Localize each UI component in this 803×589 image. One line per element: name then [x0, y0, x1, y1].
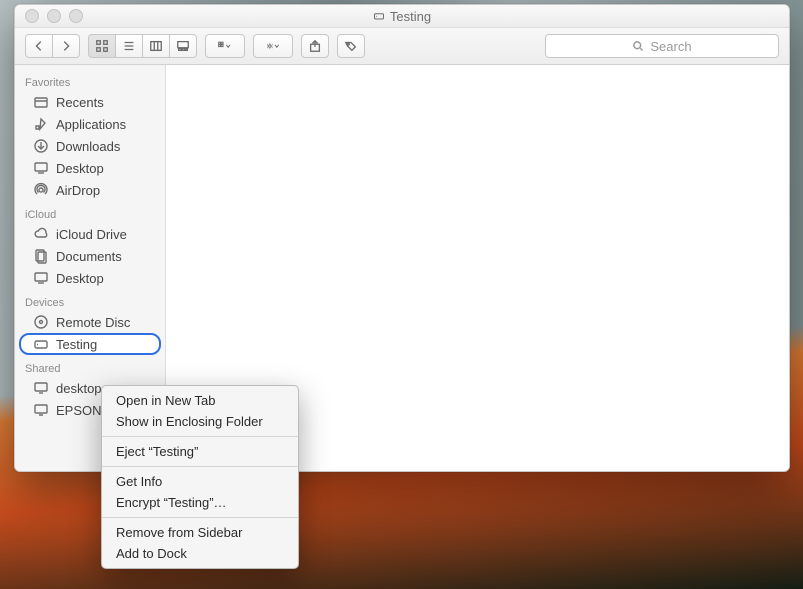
arrange-button[interactable] [205, 34, 245, 58]
sidebar-item-applications[interactable]: Applications [19, 113, 161, 135]
context-menu-separator [102, 436, 298, 437]
forward-button[interactable] [52, 34, 80, 58]
sidebar-item-label: Documents [56, 249, 122, 264]
search-field[interactable]: Search [545, 34, 779, 58]
sidebar-item-label: AirDrop [56, 183, 100, 198]
sidebar-item-desktop[interactable]: Desktop [19, 157, 161, 179]
sidebar-item-label: desktop [56, 381, 102, 396]
action-group [253, 34, 293, 58]
applications-icon [33, 116, 49, 132]
share-button[interactable] [301, 34, 329, 58]
context-menu-item[interactable]: Encrypt “Testing”… [102, 492, 298, 513]
sidebar-item-downloads[interactable]: Downloads [19, 135, 161, 157]
sidebar-item-label: Downloads [56, 139, 120, 154]
sidebar-item-label: Remote Disc [56, 315, 130, 330]
recents-icon [33, 94, 49, 110]
downloads-icon [33, 138, 49, 154]
icloud-icon [33, 226, 49, 242]
sidebar-item-label: Testing [56, 337, 97, 352]
sidebar-section-title: Devices [15, 289, 165, 311]
sidebar-item-label: Desktop [56, 161, 104, 176]
icon-view-button[interactable] [88, 34, 116, 58]
list-view-button[interactable] [115, 34, 143, 58]
desktop-icon [33, 160, 49, 176]
sidebar-section-title: iCloud [15, 201, 165, 223]
disk-icon [33, 336, 49, 352]
column-view-button[interactable] [142, 34, 170, 58]
sidebar-item-documents[interactable]: Documents [19, 245, 161, 267]
context-menu-item[interactable]: Show in Enclosing Folder [102, 411, 298, 432]
titlebar: Testing [15, 5, 789, 28]
sidebar-item-label: Desktop [56, 271, 104, 286]
sidebar-item-label: Applications [56, 117, 126, 132]
context-menu: Open in New TabShow in Enclosing Folder E… [101, 385, 299, 569]
nav-group [25, 34, 80, 58]
sidebar-item-label: Recents [56, 95, 104, 110]
context-menu-separator [102, 466, 298, 467]
sidebar-item-remote-disc[interactable]: Remote Disc [19, 311, 161, 333]
sidebar-item-label: iCloud Drive [56, 227, 127, 242]
disk-icon [373, 10, 385, 22]
sidebar-item-label: EPSON [56, 403, 102, 418]
remote-disc-icon [33, 314, 49, 330]
tags-button[interactable] [337, 34, 365, 58]
search-icon [632, 40, 644, 52]
sidebar-item-airdrop[interactable]: AirDrop [19, 179, 161, 201]
context-menu-item[interactable]: Eject “Testing” [102, 441, 298, 462]
sidebar-section-title: Shared [15, 355, 165, 377]
context-menu-item[interactable]: Remove from Sidebar [102, 522, 298, 543]
sidebar-item-icloud-drive[interactable]: iCloud Drive [19, 223, 161, 245]
display-icon [33, 402, 49, 418]
context-menu-item[interactable]: Get Info [102, 471, 298, 492]
view-switch-group [88, 34, 197, 58]
sidebar-section-title: Favorites [15, 69, 165, 91]
context-menu-item[interactable]: Open in New Tab [102, 390, 298, 411]
arrange-group [205, 34, 245, 58]
context-menu-item[interactable]: Add to Dock [102, 543, 298, 564]
gallery-view-button[interactable] [169, 34, 197, 58]
sidebar-item-recents[interactable]: Recents [19, 91, 161, 113]
back-button[interactable] [25, 34, 53, 58]
desktop-icon [33, 270, 49, 286]
window-title-text: Testing [390, 9, 431, 24]
airdrop-icon [33, 182, 49, 198]
documents-icon [33, 248, 49, 264]
action-menu-button[interactable] [253, 34, 293, 58]
sidebar-item-desktop[interactable]: Desktop [19, 267, 161, 289]
sidebar-item-testing[interactable]: Testing [19, 333, 161, 355]
context-menu-separator [102, 517, 298, 518]
toolbar: Search [15, 28, 789, 65]
display-icon [33, 380, 49, 396]
window-title: Testing [15, 9, 789, 24]
search-placeholder: Search [650, 39, 691, 54]
